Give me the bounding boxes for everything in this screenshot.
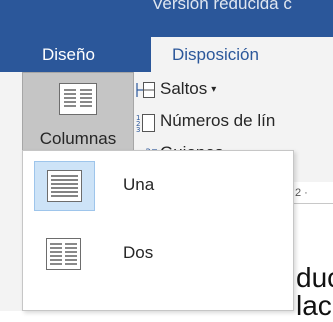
ruler-marker: 2 · <box>295 187 308 199</box>
columns-button-label: Columnas <box>39 129 117 148</box>
columns-option-label: Dos <box>123 243 154 262</box>
page-breaks-icon <box>136 81 156 104</box>
ruler-line <box>294 203 333 204</box>
columns-option-label: Una <box>123 175 155 194</box>
line-numbers-icon: 1 2 3 <box>136 113 156 138</box>
columns-option-two[interactable]: Dos <box>27 221 289 287</box>
line-numbers-label: Números de lín <box>160 111 276 130</box>
breaks-label: Saltos <box>160 79 208 98</box>
columns-dropdown-menu: Una Dos <box>22 150 294 311</box>
window-title: Versión reducida c <box>152 0 292 13</box>
columns-option-one[interactable]: Una <box>27 153 289 219</box>
tab-layout[interactable]: Disposición <box>151 37 333 72</box>
document-text-line: lac <box>296 290 332 321</box>
title-bar: Versión reducida c <box>0 0 333 37</box>
svg-text:3: 3 <box>136 126 140 133</box>
one-column-icon <box>34 161 95 211</box>
chevron-down-icon: ▾ <box>211 84 217 96</box>
two-columns-icon <box>34 229 95 279</box>
document-left-margin <box>0 182 22 311</box>
columns-icon <box>59 83 97 120</box>
tab-design[interactable]: Diseño <box>42 37 95 72</box>
